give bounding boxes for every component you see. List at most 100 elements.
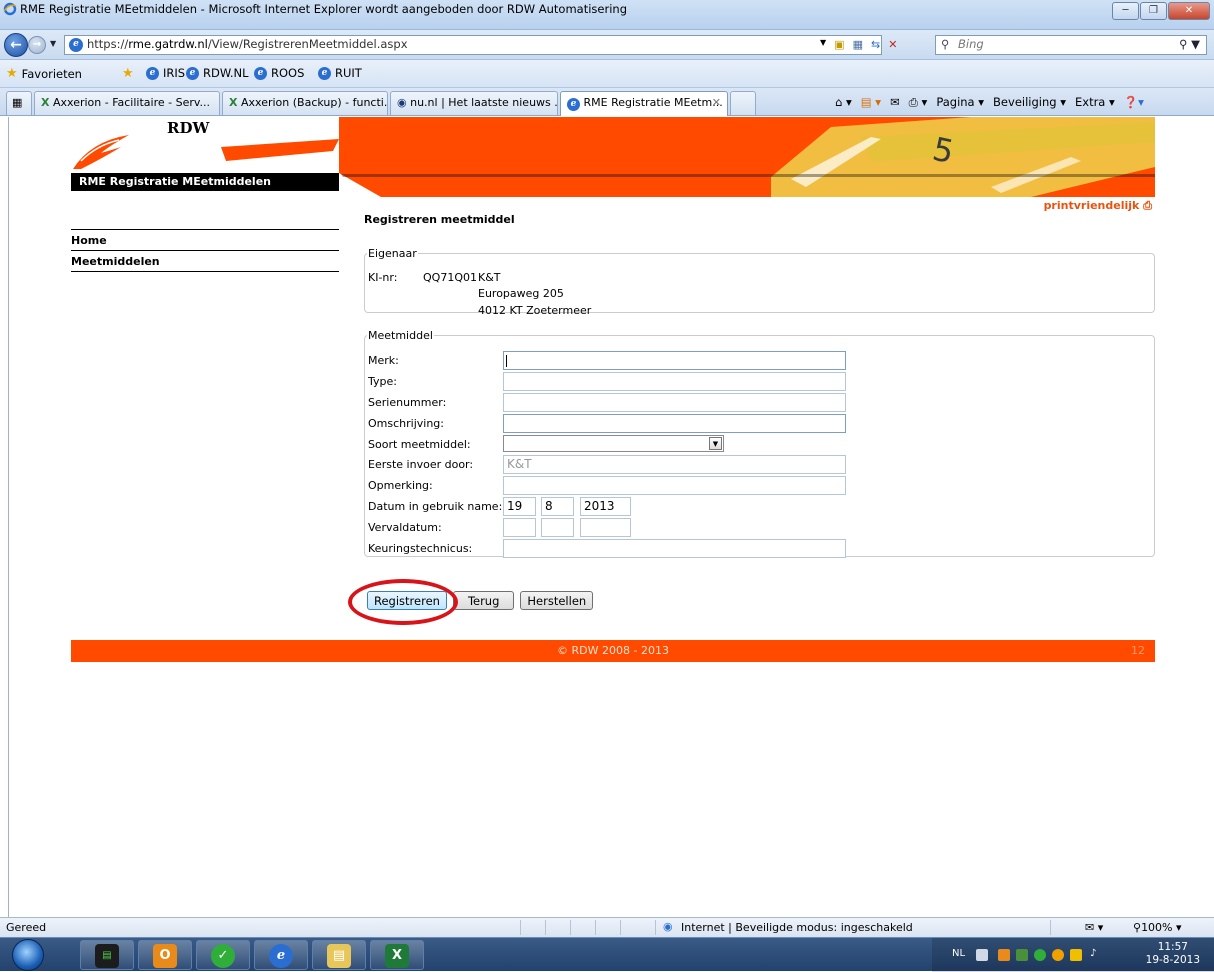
security-zone[interactable]: Internet | Beveiligde modus: ingeschakel… — [681, 921, 913, 934]
copyright-text: © RDW 2008 - 2013 — [557, 644, 669, 657]
nav-meetmiddelen[interactable]: Meetmiddelen — [71, 250, 339, 271]
herstellen-button[interactable]: Herstellen — [520, 591, 594, 610]
address-toolbar: ← → ▼ e https://rme.gatrdw.nl/View/Regis… — [0, 30, 1214, 60]
ki-nr-value: QQ71Q01 — [423, 271, 477, 284]
tab-axxerion[interactable]: X Axxerion - Facilitaire - Serv... — [34, 91, 220, 115]
feeds-icon[interactable]: ▤ ▾ — [861, 95, 881, 110]
tab-nu-nl[interactable]: ◉ nu.nl | Het laatste nieuws ... — [390, 91, 558, 115]
close-tab-icon[interactable]: ✕ — [712, 96, 721, 109]
extra-menu[interactable]: Extra ▾ — [1075, 95, 1115, 110]
nav-home[interactable]: Home — [71, 229, 339, 250]
page-footer: © RDW 2008 - 2013 12 — [71, 640, 1155, 662]
stop-icon[interactable]: ✕ — [888, 38, 897, 51]
taskbar-clock[interactable]: 11:57 19-8-2013 — [1146, 941, 1200, 967]
notes-tray-icon[interactable] — [1070, 949, 1082, 961]
print-friendly-link[interactable]: printvriendelijk ⎙ — [1044, 199, 1152, 213]
back-button[interactable]: ← — [4, 33, 28, 57]
soort-select[interactable]: ▼ — [503, 435, 724, 452]
address-dropdown-icon[interactable]: ▼ — [820, 38, 826, 51]
add-favorite-button[interactable]: ★ — [122, 66, 134, 81]
history-dropdown-icon[interactable]: ▼ — [50, 39, 56, 48]
vervaldatum-label: Vervaldatum: — [368, 521, 442, 534]
update-tray-icon[interactable] — [1052, 949, 1064, 961]
maximize-button[interactable]: ❐ — [1140, 2, 1167, 20]
vervaldatum-maand-input[interactable] — [541, 518, 574, 537]
taskbar-explorer[interactable]: ▤ — [312, 940, 366, 970]
window-titlebar: RME Registratie MEetmiddelen - Microsoft… — [0, 0, 1214, 30]
taskbar-outlook[interactable]: O — [138, 940, 192, 970]
favorites-button[interactable]: ★ Favorieten — [6, 66, 82, 81]
vervaldatum-jaar-input[interactable] — [580, 518, 631, 537]
keyboard-icon[interactable] — [976, 949, 988, 961]
printer-icon: ⎙ — [1143, 199, 1152, 212]
highlight-circle — [348, 579, 458, 625]
fav-link-roos[interactable]: e ROOS — [254, 66, 304, 80]
minimize-button[interactable]: ─ — [1112, 2, 1139, 20]
network-tray-icon[interactable] — [1016, 949, 1028, 961]
print-icon[interactable]: ⎙ ▾ — [909, 95, 928, 110]
datum-maand-input[interactable]: 8 — [541, 497, 574, 516]
keuringstechnicus-input[interactable] — [503, 539, 846, 558]
meetmiddel-legend: Meetmiddel — [368, 329, 433, 342]
language-indicator[interactable]: NL — [952, 948, 965, 959]
datum-jaar-input[interactable]: 2013 — [580, 497, 631, 516]
left-navigation: Home Meetmiddelen — [71, 229, 339, 272]
search-go-icon[interactable]: ⚲ ▼ — [1179, 37, 1200, 51]
row-datum: Datum in gebruik name: 19 8 2013 — [368, 497, 1148, 517]
datum-dag-input[interactable]: 19 — [503, 497, 536, 516]
volume-icon[interactable]: ♪ — [1090, 948, 1096, 959]
soort-label: Soort meetmiddel: — [368, 438, 471, 451]
page-ie-icon: e — [69, 38, 83, 52]
owner-legend: Eigenaar — [368, 247, 417, 260]
quick-tabs-button[interactable]: ▦ — [6, 91, 32, 115]
protected-mode-icon[interactable]: ✉ ▾ — [1085, 921, 1103, 934]
taskbar-terminal[interactable]: ▤ — [80, 940, 134, 970]
owner-fieldset: Eigenaar KI-nr: QQ71Q01 K&T Europaweg 20… — [364, 247, 1155, 317]
refresh-icon[interactable]: ⇆ — [871, 38, 880, 51]
close-window-button[interactable]: ✕ — [1168, 2, 1210, 20]
taskbar-internet-explorer[interactable]: e — [254, 940, 308, 970]
terug-button[interactable]: Terug — [452, 591, 515, 610]
pagina-menu[interactable]: Pagina ▾ — [936, 95, 984, 110]
outlook-tray-icon[interactable] — [998, 949, 1010, 961]
bing-search-icon: ⚲ — [941, 37, 950, 51]
forward-button[interactable]: → — [28, 36, 46, 54]
zoom-control[interactable]: ⚲100% ▾ — [1133, 921, 1182, 934]
mail-icon[interactable]: ✉ — [890, 95, 900, 110]
excel-icon: X — [385, 944, 409, 968]
omschrijving-label: Omschrijving: — [368, 417, 444, 430]
beveiliging-menu[interactable]: Beveiliging ▾ — [993, 95, 1066, 110]
lock-icon[interactable]: ▣ — [834, 38, 844, 51]
new-tab-button[interactable] — [730, 91, 756, 115]
tab-bar: ▦ X Axxerion - Facilitaire - Serv... X A… — [0, 88, 1214, 116]
opmerking-input[interactable] — [503, 476, 846, 495]
compatibility-icon[interactable]: ▦ — [853, 38, 863, 51]
axxerion-x-icon: X — [229, 96, 238, 109]
merk-input[interactable] — [503, 351, 846, 370]
tab-rme-active[interactable]: e RME Registratie MEetm... ✕ — [560, 91, 728, 116]
address-input[interactable]: e https://rme.gatrdw.nl/View/Registreren… — [64, 35, 882, 55]
sync-tray-icon[interactable] — [1034, 949, 1046, 961]
taskbar-checkmark-app[interactable]: ✓ — [196, 940, 250, 970]
fav-link-iris[interactable]: e IRIS — [146, 66, 185, 80]
folder-icon: ▤ — [327, 944, 351, 968]
fav-link-ruit[interactable]: e RUIT — [318, 66, 362, 80]
check-icon: ✓ — [211, 944, 235, 968]
page-title: Registreren meetmiddel — [364, 213, 515, 226]
fav-link-rdw[interactable]: e RDW.NL — [186, 66, 249, 80]
home-icon[interactable]: ⌂ ▾ — [835, 95, 852, 110]
omschrijving-input[interactable] — [503, 414, 846, 433]
search-input[interactable]: ⚲ Bing ⚲ ▼ — [935, 35, 1207, 55]
row-type: Type: — [368, 372, 1148, 392]
help-icon[interactable]: ❓▾ — [1124, 95, 1144, 110]
tab-axxerion-backup[interactable]: X Axxerion (Backup) - functi... — [222, 91, 388, 115]
serienummer-input[interactable] — [503, 393, 846, 412]
type-input[interactable] — [503, 372, 846, 391]
start-button[interactable] — [12, 939, 44, 971]
eerste-invoer-input[interactable]: K&T — [503, 455, 846, 474]
taskbar-excel[interactable]: X — [370, 940, 424, 970]
chevron-down-icon[interactable]: ▼ — [709, 437, 722, 450]
page-number: 12 — [1131, 644, 1145, 657]
vervaldatum-dag-input[interactable] — [503, 518, 536, 537]
ie-page-icon: e — [567, 98, 580, 111]
